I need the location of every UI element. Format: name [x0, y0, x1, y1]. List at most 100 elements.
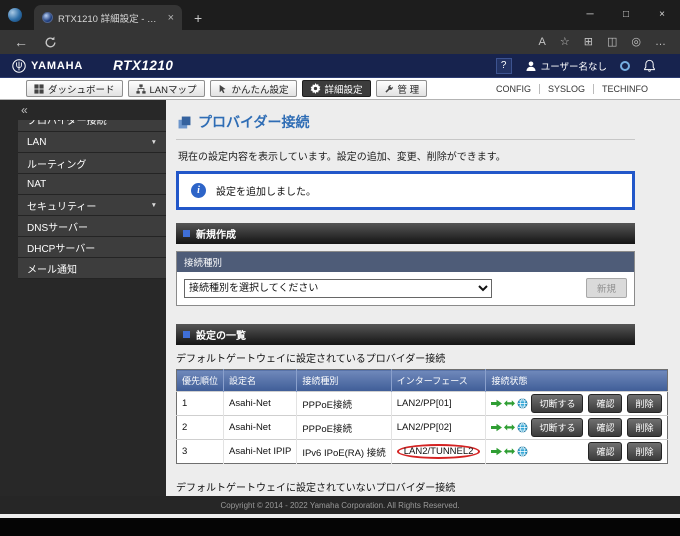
confirm-button[interactable]: 確認: [588, 442, 623, 461]
sidebar-item-label: DNSサーバー: [27, 222, 89, 234]
tab-title: RTX1210 詳細設定 - プロバイダー接: [58, 13, 161, 25]
disconnect-button[interactable]: 切断する: [531, 394, 584, 413]
table-caption-other: デフォルトゲートウェイに設定されていないプロバイダー接続: [176, 483, 456, 494]
techinfo-link[interactable]: TECHINFO: [593, 83, 656, 94]
minimize-button[interactable]: ─: [572, 0, 608, 28]
section-title: 設定の一覧: [196, 331, 246, 342]
red-circle-annotation: LAN2/TUNNEL2: [396, 444, 481, 459]
split-screen-icon[interactable]: ◫: [607, 36, 617, 48]
add-favorite-icon[interactable]: ☆: [560, 36, 570, 48]
refresh-button[interactable]: [44, 36, 57, 49]
nav-easy-setup-button[interactable]: かんたん設定: [209, 80, 297, 97]
tab-close-icon[interactable]: ×: [166, 12, 174, 24]
nav-dashboard-button[interactable]: ダッシュボード: [26, 80, 123, 97]
cell-interface: LAN2/TUNNEL2: [391, 439, 487, 464]
toolbar-actions: A ☆ ⊞ ◫ ◎ …: [539, 36, 666, 48]
sidebar-item-label: LAN: [27, 136, 47, 148]
arrows-both-icon: [504, 448, 516, 455]
collections-icon[interactable]: ⊞: [584, 36, 593, 48]
provider-table-default: 優先順位 設定名 接続種別 インターフェース 接続状態 1 Asahi-Net …: [176, 369, 668, 464]
delete-button[interactable]: 削除: [627, 418, 662, 437]
section-new: 新規作成: [176, 223, 635, 244]
status-icons: [491, 446, 528, 457]
cell-interface: LAN2/PP[02]: [391, 415, 487, 440]
table-row: 1 Asahi-Net PPPoE接続 LAN2/PP[01] 切断する 確認 …: [176, 391, 667, 416]
notifications-bell-button[interactable]: [643, 59, 656, 72]
nav-label: かんたん設定: [231, 84, 289, 96]
pointer-icon: [219, 84, 225, 93]
sidebar-item-label: セキュリティー: [27, 201, 97, 213]
close-button[interactable]: ×: [644, 0, 680, 28]
model-logo: RTX1210: [113, 58, 174, 73]
sidebar-collapse-button[interactable]: «: [0, 102, 166, 120]
status-icons: [491, 422, 528, 433]
cell-type: PPPoE接続: [296, 391, 392, 416]
config-link[interactable]: CONFIG: [488, 84, 539, 94]
sidebar: « プロバイダー接続 LAN ▼ ルーティング NAT セキュリティー ▼ DN…: [0, 100, 166, 496]
notice-box: i 設定を追加しました。: [176, 171, 635, 210]
col-priority: 優先順位: [176, 369, 225, 392]
cell-priority: 3: [176, 439, 225, 464]
col-interface: インターフェース: [391, 369, 487, 392]
sidebar-item-lan[interactable]: LAN ▼: [18, 132, 166, 153]
user-icon: [526, 61, 536, 71]
windows-taskbar: [0, 518, 680, 536]
section-title: 新規作成: [196, 230, 236, 241]
nav-lanmap-button[interactable]: LANマップ: [127, 80, 205, 97]
confirm-button[interactable]: 確認: [588, 394, 623, 413]
disconnect-button[interactable]: 切断する: [531, 418, 584, 437]
sidebar-item-label: ルーティング: [27, 159, 87, 171]
cell-type: IPv6 IPoE(RA) 接続: [296, 439, 392, 464]
nav-advanced-settings-button[interactable]: 詳細設定: [301, 80, 371, 97]
confirm-button[interactable]: 確認: [588, 418, 623, 437]
nav-label: ダッシュボード: [48, 84, 115, 96]
new-tab-button[interactable]: +: [194, 11, 202, 25]
browser-tab[interactable]: RTX1210 詳細設定 - プロバイダー接 ×: [34, 5, 182, 30]
sidebar-item-nat[interactable]: NAT: [18, 174, 166, 195]
col-name: 設定名: [223, 369, 298, 392]
page-body: « プロバイダー接続 LAN ▼ ルーティング NAT セキュリティー ▼ DN…: [0, 100, 680, 496]
read-aloud-icon[interactable]: A: [539, 36, 546, 48]
page-viewport: YAMAHA RTX1210 ? ユーザー名なし ダッシュボード LANマップ …: [0, 54, 680, 518]
dashboard-grid-icon: [34, 83, 44, 94]
sidebar-item-dns-server[interactable]: DNSサーバー: [18, 216, 166, 237]
settings-more-icon[interactable]: …: [655, 36, 666, 48]
maximize-button[interactable]: □: [608, 0, 644, 28]
help-button[interactable]: ?: [495, 57, 512, 74]
table-caption-default: デフォルトゲートウェイに設定されているプロバイダー接続: [176, 354, 446, 365]
copyright-text: Copyright © 2014 - 2022 Yamaha Corporati…: [220, 500, 460, 510]
copilot-icon[interactable]: ◎: [631, 36, 641, 48]
page-title-icon: [178, 116, 191, 128]
delete-button[interactable]: 削除: [627, 394, 662, 413]
utility-links: CONFIG SYSLOG TECHINFO: [488, 83, 656, 94]
site-header: YAMAHA RTX1210 ? ユーザー名なし: [0, 54, 680, 78]
sidebar-item-security[interactable]: セキュリティー ▼: [18, 195, 166, 216]
connection-type-select[interactable]: 接続種別を選択してください: [184, 278, 492, 298]
site-favicon-icon: [42, 12, 53, 23]
wrench-icon: [384, 84, 393, 93]
user-menu[interactable]: ユーザー名なし: [525, 59, 607, 73]
sidebar-item-mail-notice[interactable]: メール通知: [18, 258, 166, 279]
nav-label: LANマップ: [149, 84, 197, 96]
status-ring-icon: [620, 60, 630, 71]
cell-interface: LAN2/PP[01]: [391, 391, 487, 416]
brand-text: YAMAHA: [31, 59, 84, 72]
sidebar-item-label: メール通知: [27, 264, 77, 276]
status-icons: [491, 398, 528, 409]
header-actions: ? ユーザー名なし: [495, 57, 656, 74]
arrows-both-icon: [504, 400, 516, 407]
sidebar-item-dhcp-server[interactable]: DHCPサーバー: [18, 237, 166, 258]
back-button[interactable]: ←: [14, 35, 28, 49]
col-status: 接続状態: [485, 369, 667, 392]
user-label: ユーザー名なし: [540, 61, 607, 73]
syslog-link[interactable]: SYSLOG: [538, 83, 593, 94]
cell-priority: 1: [176, 391, 225, 416]
nav-management-button[interactable]: 管 理: [375, 80, 428, 97]
delete-button[interactable]: 削除: [627, 442, 662, 461]
sidebar-item-provider[interactable]: プロバイダー接続: [18, 120, 166, 132]
table-row: 3 Asahi-Net IPIP IPv6 IPoE(RA) 接続 LAN2/T…: [176, 439, 667, 464]
sidebar-item-routing[interactable]: ルーティング: [18, 153, 166, 174]
new-button[interactable]: 新規: [585, 278, 627, 298]
connection-type-label: 接続種別: [177, 252, 634, 272]
section-list: 設定の一覧: [176, 324, 635, 345]
